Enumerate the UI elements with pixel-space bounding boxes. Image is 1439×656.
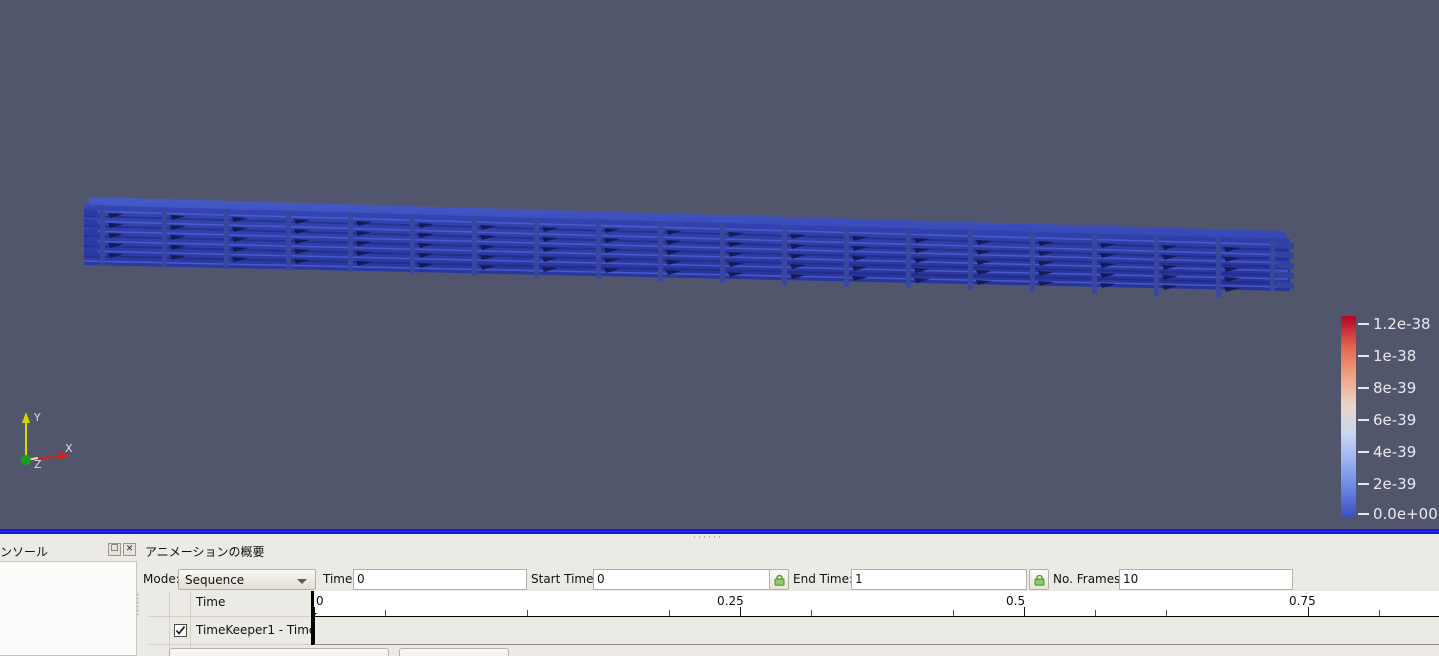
track-row-checkbox-cell[interactable] [170,617,191,645]
track-header-col2 [170,591,191,617]
ruler-label: 0.5 [1006,594,1026,608]
legend-tick [1358,387,1369,389]
track-row-name[interactable]: TimeKeeper1 - Time [191,617,317,645]
no-frames-input[interactable]: 10 [1119,569,1293,590]
timekeeper-track-lane[interactable] [313,617,1439,645]
animation-toolbar: Mode: Sequence Time 0 Start Time: 0 End … [141,568,1439,591]
bottom-dock: ンソール ☐ ✕ アニメーションの概要 Mode: Sequence Time … [0,534,1439,656]
legend-label: 2e-39 [1373,475,1417,493]
track-header-name: Time [191,591,313,617]
track-row-label: TimeKeeper1 - Time [196,623,317,637]
lattice-svg [83,197,1294,297]
source-select[interactable] [169,648,389,656]
lock-glyph-svg [774,574,785,586]
orientation-axes-svg: Y X Z [21,411,73,471]
output-console-panel: ンソール ☐ ✕ [0,540,138,656]
lattice-geometry [83,183,1296,297]
axis-z-label: Z [34,458,42,470]
track-row-col1 [149,617,170,645]
time-ruler[interactable]: 0 0.25 0.5 0.75 [313,591,1439,617]
animation-panel-title: アニメーションの概要 [145,545,265,559]
end-time-input[interactable]: 1 [851,569,1027,590]
time-cursor-handle[interactable] [311,613,317,619]
start-time-lock-icon[interactable] [769,569,789,590]
color-gradient-bar [1341,316,1356,518]
time-label: Time [323,572,353,586]
start-time-label: Start Time: [531,572,598,586]
ruler-label: 0.75 [1289,594,1316,608]
ruler-tick [740,607,741,616]
legend-tick [1358,513,1369,515]
ruler-tick [669,610,670,616]
axis-y-label: Y [33,411,41,424]
axis-y-arrow [22,412,30,423]
animation-view-panel: アニメーションの概要 Mode: Sequence Time 0 Start T… [141,540,1439,656]
render-view[interactable]: Y X Z 1.2e-38 1e-38 8e-39 6e-39 4e-39 2e… [0,0,1439,529]
ruler-tick [811,610,812,616]
restore-icon[interactable]: ☐ [108,543,121,556]
no-frames-label: No. Frames: [1053,572,1125,586]
track-enabled-checkbox[interactable] [174,624,187,637]
legend-label: 8e-39 [1373,379,1417,397]
legend-tick [1358,355,1369,357]
legend-label: 0.0e+00 [1373,505,1438,523]
bottom-row-col1 [149,645,170,656]
legend-tick [1358,419,1369,421]
no-frames-lock-icon[interactable] [1029,569,1049,590]
legend-tick [1358,451,1369,453]
ruler-tick [385,610,386,616]
mode-label: Mode: [143,572,180,586]
legend-label: 6e-39 [1373,411,1417,429]
legend-tick [1358,483,1369,485]
legend-label: 4e-39 [1373,443,1417,461]
close-icon[interactable]: ✕ [123,543,136,556]
ruler-tick [1379,610,1380,616]
dock-separator-grip [137,594,139,618]
ruler-tick [1166,610,1167,616]
end-time-label: End Time: [793,572,854,586]
render-view-active-border-inner [0,531,1439,532]
axis-x-label: X [65,442,73,455]
splitter-grip [694,536,724,538]
legend-label: 1.2e-38 [1373,315,1431,333]
legend-tick [1358,323,1369,325]
orientation-axes-widget[interactable]: Y X Z [14,408,86,471]
animation-track-area: Time TimeKeeper1 - Time 0 0.25 0.5 0.75 [141,591,1439,656]
paraview-window: Y X Z 1.2e-38 1e-38 8e-39 6e-39 4e-39 2e… [0,0,1439,656]
track-header-col1 [149,591,170,617]
ruler-tick [1095,610,1096,616]
ruler-label: 0 [316,594,324,608]
animation-bottom-row [141,645,1439,656]
console-output-area[interactable] [0,561,137,656]
time-input[interactable]: 0 [353,569,527,590]
ruler-label: 0.25 [717,594,744,608]
legend-label: 1e-38 [1373,347,1417,365]
ruler-tick [527,610,528,616]
console-titlebar: ンソール ☐ ✕ [0,540,138,560]
mode-select-value: Sequence [185,573,245,587]
chevron-down-icon [297,579,307,584]
scalar-color-legend[interactable]: 1.2e-38 1e-38 8e-39 6e-39 4e-39 2e-39 0.… [1337,313,1439,523]
track-header-label: Time [196,595,226,609]
ruler-tick [1308,607,1309,616]
property-select[interactable] [399,648,509,656]
start-time-input[interactable]: 0 [593,569,771,590]
lock-glyph-svg [1034,574,1045,586]
mode-select[interactable]: Sequence [178,569,316,590]
axes-origin [21,455,31,465]
ruler-tick [953,610,954,616]
ruler-tick [1024,607,1025,616]
console-title: ンソール [0,545,49,559]
